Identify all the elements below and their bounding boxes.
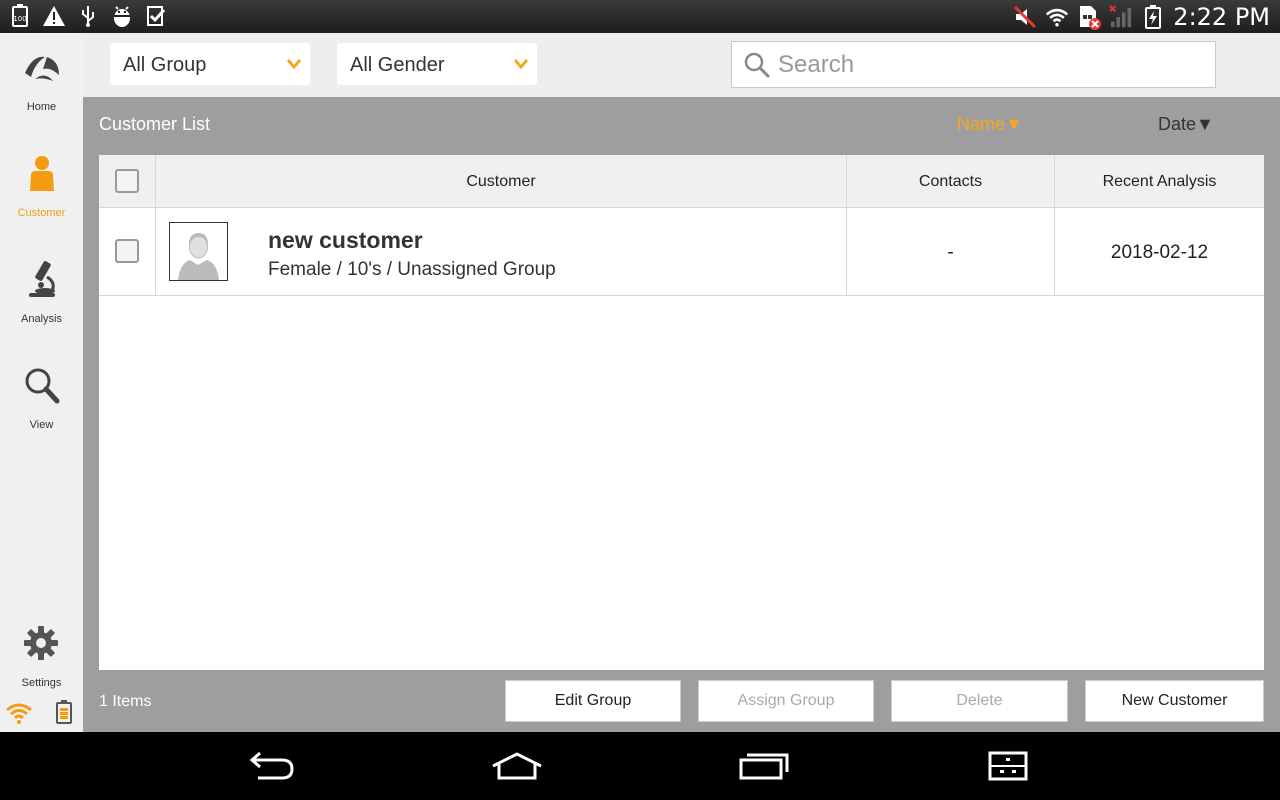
sidebar-item-label: View xyxy=(29,419,54,431)
sidebar-item-analysis[interactable]: Analysis xyxy=(0,245,83,345)
search-input[interactable] xyxy=(778,48,1198,82)
search-box[interactable] xyxy=(731,41,1216,88)
group-filter-value: All Group xyxy=(123,54,207,76)
column-header-recent-analysis[interactable]: Recent Analysis xyxy=(1055,155,1264,208)
sidebar-item-label: Settings xyxy=(21,677,62,689)
sidebar-item-settings[interactable]: Settings xyxy=(0,623,83,693)
sidebar-item-label: Customer xyxy=(17,207,66,219)
contacts-cell: - xyxy=(847,208,1055,295)
magnifier-icon xyxy=(21,365,63,407)
delete-button[interactable]: Delete xyxy=(891,680,1068,722)
new-customer-button[interactable]: New Customer xyxy=(1085,680,1264,722)
warning-icon xyxy=(42,4,66,28)
filter-bar: All Group All Gender xyxy=(83,33,1280,97)
sim-error-icon xyxy=(1077,5,1102,30)
sidebar-item-home[interactable]: Home xyxy=(0,33,83,133)
back-arrow-icon xyxy=(249,751,294,780)
customer-name: new customer xyxy=(268,227,423,253)
customer-details: Female / 10's / Unassigned Group xyxy=(268,259,556,280)
svg-text:100: 100 xyxy=(13,15,26,23)
task-check-icon xyxy=(144,4,168,28)
column-header-contacts[interactable]: Contacts xyxy=(847,155,1055,208)
search-icon xyxy=(744,52,770,78)
device-wifi-icon xyxy=(5,701,33,725)
items-count: 1 Items xyxy=(99,693,152,710)
status-time: 2:22 PM xyxy=(1173,3,1270,31)
menu-button[interactable] xyxy=(982,750,1036,782)
assign-group-button[interactable]: Assign Group xyxy=(698,680,874,722)
recent-apps-icon xyxy=(739,753,789,780)
gender-filter-dropdown[interactable]: All Gender xyxy=(337,43,537,85)
battery-100-icon: 100 xyxy=(8,4,32,28)
battery-charging-icon xyxy=(1141,5,1165,29)
customer-table: Customer Contacts Recent Analysis new cu… xyxy=(99,155,1264,670)
page-title: Customer List xyxy=(99,114,211,134)
home-logo-icon xyxy=(21,47,63,89)
mute-icon xyxy=(1013,5,1037,29)
recent-analysis-cell: 2018-02-12 xyxy=(1055,208,1264,295)
sidebar-item-view[interactable]: View xyxy=(0,351,83,451)
sidebar-item-label: Home xyxy=(26,101,57,113)
recent-apps-button[interactable] xyxy=(737,750,791,782)
sort-by-name-button[interactable]: Name▼ xyxy=(957,114,1023,135)
system-navigation-bar xyxy=(0,732,1280,800)
group-filter-dropdown[interactable]: All Group xyxy=(110,43,310,85)
sidebar: Home Customer Analysis View Settings xyxy=(0,33,83,732)
status-bar: 100 2:22 PM xyxy=(0,0,1280,33)
customer-list-panel: Customer List Name▼ Date▼ Customer Conta… xyxy=(83,97,1280,732)
menu-icon xyxy=(988,751,1028,781)
row-checkbox[interactable] xyxy=(115,239,139,263)
wifi-icon xyxy=(1045,5,1069,29)
customer-cell: new customer Female / 10's / Unassigned … xyxy=(156,208,847,295)
select-all-checkbox[interactable] xyxy=(115,169,139,193)
android-debug-icon xyxy=(110,4,134,28)
device-battery-icon xyxy=(54,699,74,725)
sidebar-item-customer[interactable]: Customer xyxy=(0,139,83,239)
table-row[interactable]: new customer Female / 10's / Unassigned … xyxy=(99,208,1264,296)
avatar xyxy=(169,222,228,281)
gear-icon xyxy=(23,625,59,661)
microscope-icon xyxy=(21,259,63,301)
edit-group-button[interactable]: Edit Group xyxy=(505,680,681,722)
column-header-customer[interactable]: Customer xyxy=(156,155,847,208)
person-icon xyxy=(21,153,63,195)
chevron-down-icon xyxy=(513,57,529,71)
sidebar-item-label: Analysis xyxy=(21,313,62,325)
table-header: Customer Contacts Recent Analysis xyxy=(99,155,1264,208)
row-select-cell xyxy=(99,208,156,295)
signal-icon xyxy=(1109,5,1133,29)
gender-filter-value: All Gender xyxy=(350,54,445,76)
header-select-cell xyxy=(99,155,156,208)
contacts-value: - xyxy=(947,242,954,263)
home-icon xyxy=(492,752,542,780)
recent-analysis-value: 2018-02-12 xyxy=(1110,242,1209,263)
usb-icon xyxy=(76,4,100,28)
sort-by-date-button[interactable]: Date▼ xyxy=(1158,114,1214,135)
home-button[interactable] xyxy=(490,750,544,782)
chevron-down-icon xyxy=(286,57,302,71)
back-button[interactable] xyxy=(244,750,298,782)
